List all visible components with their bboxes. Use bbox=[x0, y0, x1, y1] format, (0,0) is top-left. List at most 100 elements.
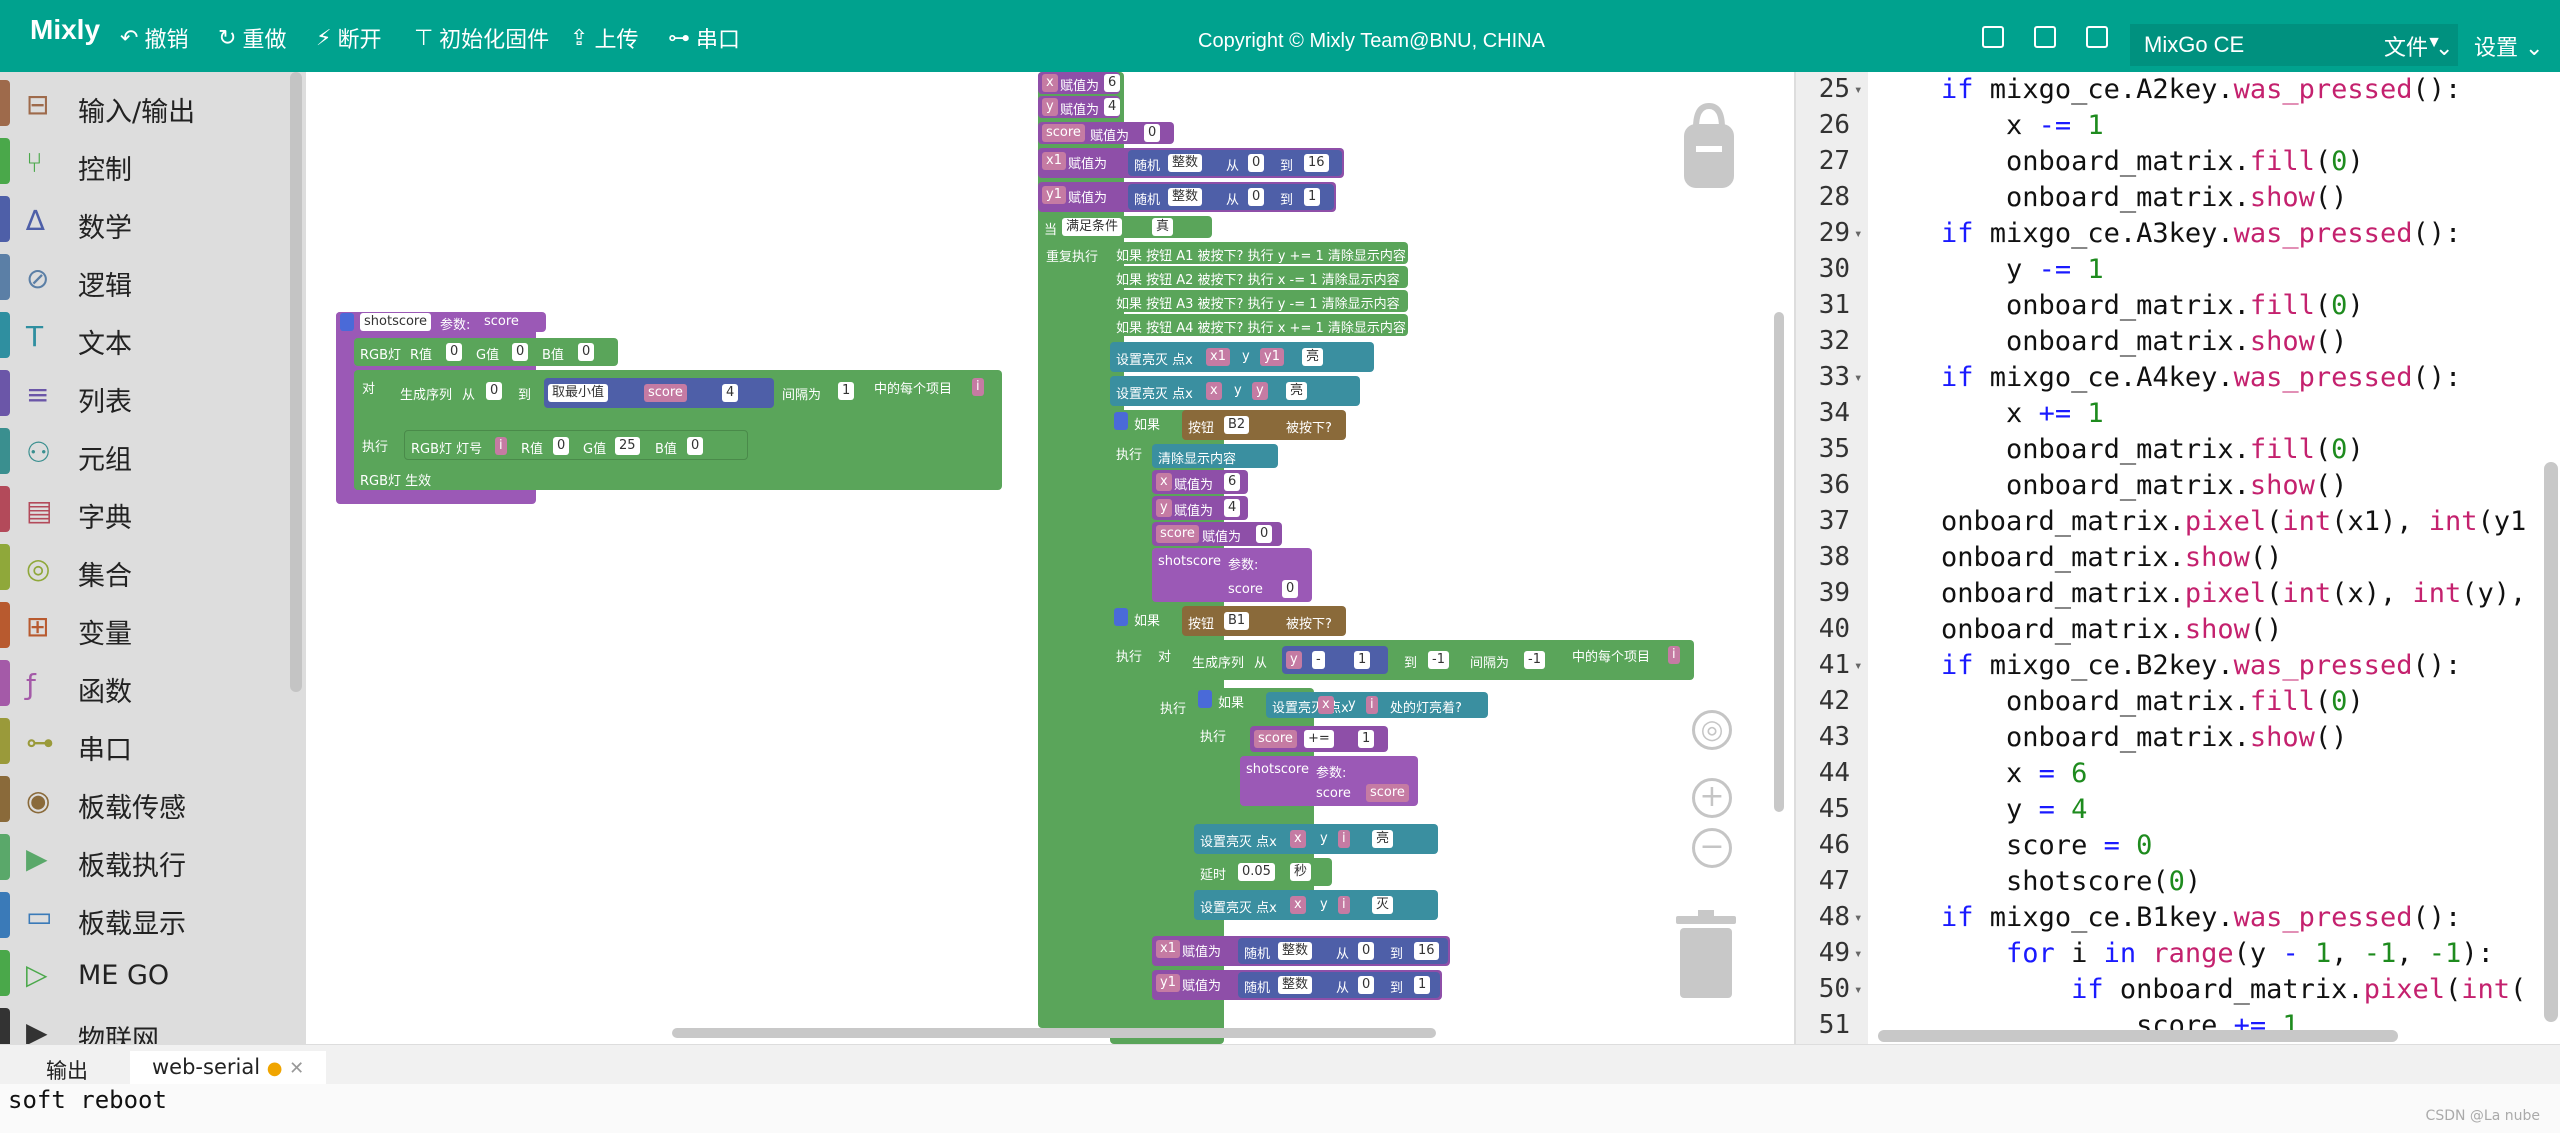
r-value[interactable]: 0 bbox=[446, 343, 463, 361]
pixel-y[interactable]: i bbox=[1338, 830, 1350, 848]
random-from[interactable]: 0 bbox=[1248, 188, 1265, 206]
layout-split-icon[interactable] bbox=[2034, 26, 2056, 48]
output-panel[interactable]: soft reboot bbox=[0, 1084, 2560, 1133]
assign-x1-block[interactable]: x1 赋值为 随机 整数 从 0 到 16 bbox=[1152, 936, 1450, 966]
x-value[interactable]: 6 bbox=[1224, 473, 1241, 491]
rgb-set-block[interactable]: RGB灯 R值 0 G值 0 B值 0 bbox=[354, 338, 618, 366]
pixel-state[interactable]: 亮 bbox=[1286, 382, 1308, 400]
toolbox-category-8[interactable]: ◎ 集合 bbox=[0, 536, 290, 594]
close-icon[interactable]: ✕ bbox=[289, 1058, 304, 1079]
button-select[interactable]: B2 bbox=[1224, 416, 1250, 434]
upload-button[interactable]: ⇪ 上传 bbox=[570, 22, 638, 54]
toolbox-category-13[interactable]: ▶ 板载执行 bbox=[0, 826, 290, 884]
fold-toggle-icon[interactable]: ▾ bbox=[1854, 946, 1862, 962]
y-var[interactable]: y bbox=[1042, 98, 1058, 116]
pixel-index[interactable]: i bbox=[495, 437, 507, 455]
step-value[interactable]: 1 bbox=[838, 382, 855, 400]
gear-icon[interactable] bbox=[1114, 608, 1128, 626]
pixel-state[interactable]: 亮 bbox=[1372, 830, 1394, 848]
button-b1-pressed[interactable]: 按钮 B1 被按下? bbox=[1182, 606, 1346, 636]
workspace-vscroll[interactable] bbox=[1774, 312, 1784, 812]
minus-op[interactable]: - bbox=[1312, 651, 1325, 669]
rgb-pixel-block[interactable]: RGB灯 灯号 i R值 0 G值 25 B值 0 bbox=[404, 430, 748, 460]
toolbox-category-9[interactable]: ⊞ 变量 bbox=[0, 594, 290, 652]
toolbox-category-3[interactable]: ⊘ 逻辑 bbox=[0, 246, 290, 304]
rgb-show-block[interactable]: RGB灯 生效 bbox=[354, 466, 504, 490]
code-vscroll[interactable] bbox=[2544, 462, 2558, 1022]
toolbox-category-6[interactable]: ⚇ 元组 bbox=[0, 420, 290, 478]
assign-x-block[interactable]: x 赋值为 6 bbox=[1038, 72, 1121, 94]
b-value[interactable]: 0 bbox=[687, 437, 704, 455]
step-value[interactable]: -1 bbox=[1524, 651, 1545, 669]
pixel-y[interactable]: y1 bbox=[1260, 348, 1284, 366]
b-value[interactable]: 0 bbox=[578, 343, 595, 361]
true-value[interactable]: 真 bbox=[1152, 218, 1174, 236]
set-pixel-block[interactable]: 设置亮灭 点x x y i 灭 bbox=[1194, 890, 1438, 920]
fold-toggle-icon[interactable]: ▾ bbox=[1854, 82, 1862, 98]
set-pixel-block[interactable]: 设置亮灭 点x x y y 亮 bbox=[1110, 376, 1360, 406]
random-int-block[interactable]: 随机 整数 从 0 到 16 bbox=[1128, 150, 1342, 176]
tab-web-serial[interactable]: web-serial ● ✕ bbox=[130, 1051, 327, 1085]
pixel-y[interactable]: i bbox=[1366, 696, 1378, 714]
code-editor[interactable]: 25 ▾ 26 27 28 29 ▾ 30 31 32 33 ▾ 34 35 36 37 38 39 40 41 ▾ 42… bbox=[1794, 72, 2560, 1044]
assign-x1-block[interactable]: x1 赋值为 随机 整数 从 0 到 16 bbox=[1038, 148, 1344, 178]
toolbox-category-0[interactable]: ⊟ 输入/输出 bbox=[0, 72, 290, 130]
trash-icon[interactable] bbox=[1674, 908, 1738, 1000]
random-int-block[interactable]: 随机 整数 从 0 到 16 bbox=[1238, 938, 1448, 964]
score-value[interactable]: 0 bbox=[1256, 525, 1273, 543]
y-value[interactable]: 4 bbox=[1224, 499, 1241, 517]
while-condition[interactable]: 满足条件 bbox=[1062, 218, 1123, 236]
param-value[interactable]: score bbox=[1366, 784, 1409, 802]
serial-button[interactable]: ⊶ 串口 bbox=[668, 22, 740, 54]
backpack-icon[interactable] bbox=[1678, 102, 1740, 192]
toolbox-scrollbar[interactable] bbox=[290, 72, 302, 692]
toolbox-category-12[interactable]: ◉ 板载传感 bbox=[0, 768, 290, 826]
fold-toggle-icon[interactable]: ▾ bbox=[1854, 370, 1862, 386]
assign-y1-block[interactable]: y1 赋值为 随机 整数 从 0 到 1 bbox=[1038, 182, 1336, 212]
pixel-x[interactable]: x1 bbox=[1206, 348, 1230, 366]
range-to[interactable]: -1 bbox=[1428, 651, 1449, 669]
layout-blocks-icon[interactable] bbox=[2086, 26, 2108, 48]
btn-a4-block[interactable]: 如果 按钮 A4 被按下? 执行 x += 1 清除显示内容 bbox=[1110, 314, 1408, 336]
g-value[interactable]: 25 bbox=[615, 437, 640, 455]
center-icon[interactable]: ◎ bbox=[1692, 710, 1732, 750]
button-select[interactable]: B1 bbox=[1224, 612, 1250, 630]
assign-y-block[interactable]: y 赋值为 4 bbox=[1152, 496, 1248, 520]
delay-unit[interactable]: 秒 bbox=[1290, 863, 1312, 881]
random-from[interactable]: 0 bbox=[1358, 942, 1375, 960]
random-int-block[interactable]: 随机 整数 从 0 到 1 bbox=[1128, 184, 1334, 210]
random-to[interactable]: 1 bbox=[1304, 188, 1321, 206]
call-shotscore-block[interactable]: shotscore 参数: score score bbox=[1240, 756, 1418, 806]
pixel-y[interactable]: y bbox=[1252, 382, 1268, 400]
toolbox-category-10[interactable]: ƒ 函数 bbox=[0, 652, 290, 710]
gear-icon[interactable] bbox=[1198, 690, 1212, 708]
pixel-y[interactable]: i bbox=[1338, 896, 1350, 914]
delay-value[interactable]: 0.05 bbox=[1238, 863, 1275, 881]
function-name[interactable]: shotscore bbox=[360, 313, 431, 331]
toolbox-category-11[interactable]: ⊶ 串口 bbox=[0, 710, 290, 768]
delay-block[interactable]: 延时 0.05 秒 bbox=[1194, 858, 1332, 886]
x1-var[interactable]: x1 bbox=[1042, 152, 1066, 170]
fold-toggle-icon[interactable]: ▾ bbox=[1854, 910, 1862, 926]
set-pixel-block[interactable]: 设置亮灭 点x x y i 亮 bbox=[1194, 824, 1438, 854]
min-label[interactable]: 取最小值 bbox=[548, 384, 609, 402]
random-int-block[interactable]: 随机 整数 从 0 到 1 bbox=[1238, 972, 1440, 998]
score-inc-block[interactable]: score += 1 bbox=[1250, 726, 1388, 752]
zoom-in-icon[interactable]: + bbox=[1692, 778, 1732, 818]
call-shotscore-block[interactable]: shotscore 参数: score 0 bbox=[1152, 548, 1312, 602]
int-select[interactable]: 整数 bbox=[1168, 188, 1203, 206]
y-var[interactable]: y bbox=[1156, 499, 1172, 517]
y-var[interactable]: y bbox=[1286, 651, 1302, 669]
score-var[interactable]: score bbox=[1042, 124, 1085, 142]
init-firmware-button[interactable]: ⊤ 初始化固件 bbox=[414, 22, 549, 54]
button-b2-pressed[interactable]: 按钮 B2 被按下? bbox=[1182, 410, 1346, 440]
pixel-x[interactable]: x bbox=[1206, 382, 1222, 400]
min-second[interactable]: 4 bbox=[722, 384, 739, 402]
assign-score-block[interactable]: score 赋值为 0 bbox=[1152, 522, 1282, 546]
x-var[interactable]: x bbox=[1156, 473, 1172, 491]
score-var[interactable]: score bbox=[1254, 730, 1297, 748]
gear-icon[interactable] bbox=[1114, 412, 1128, 430]
y1-var[interactable]: y1 bbox=[1156, 974, 1180, 992]
toolbox-category-16[interactable]: ▶ 物联网 bbox=[0, 1000, 290, 1044]
assign-score-block[interactable]: score 赋值为 0 bbox=[1038, 122, 1174, 144]
